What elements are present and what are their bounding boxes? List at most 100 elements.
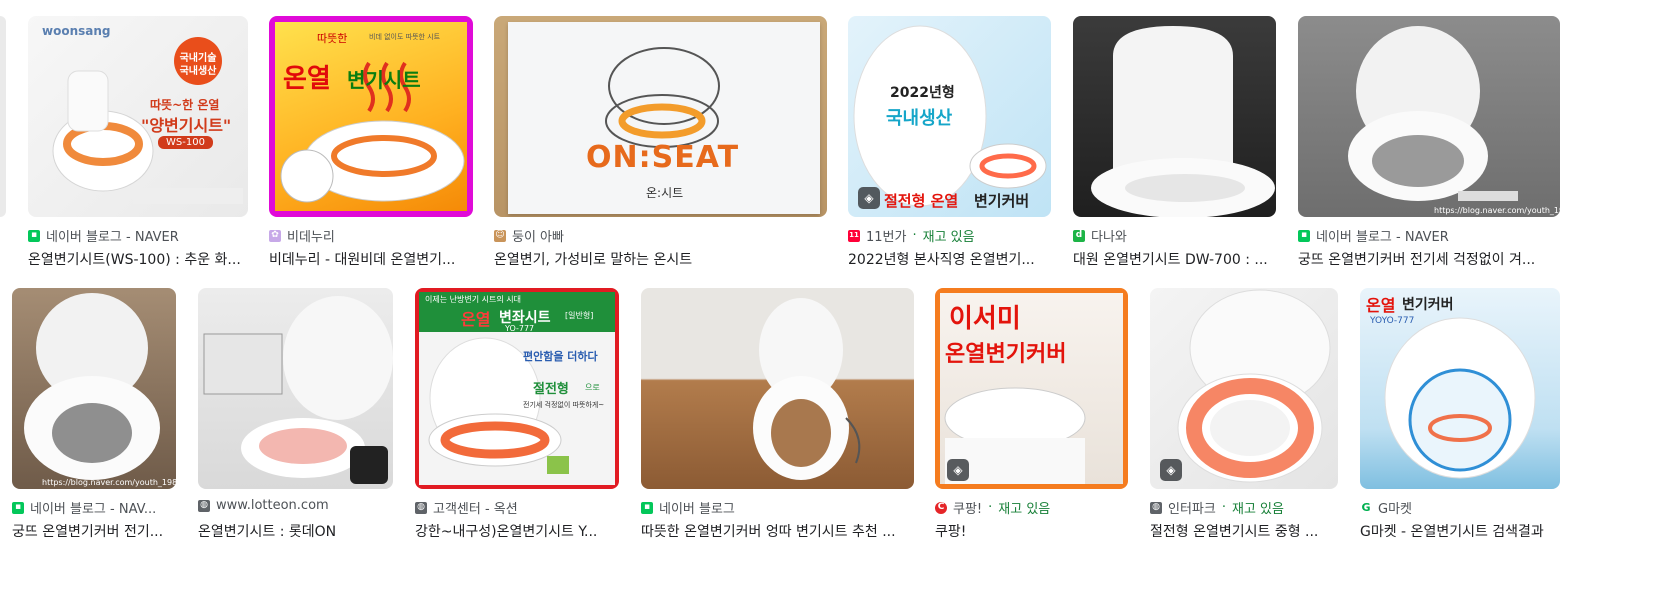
naver-blog-icon: ▪ [12, 501, 24, 514]
result-title[interactable]: 온열변기시트 : 롯데ON [198, 521, 393, 541]
overlay-label1: 절전형 온열 [884, 192, 959, 210]
toilet-seat-illustration [203, 296, 393, 484]
toilet-seat-illustration [753, 298, 861, 480]
avatar-icon: ☺ [494, 229, 506, 242]
overlay-big1: 온열 [1366, 296, 1396, 315]
overlay-eco-sub: 으로 [585, 383, 600, 392]
image-result-4[interactable]: 2022년형 국내생산 ◈ 절전형 온열 변기커버 11 11번가 · 재고 있… [848, 16, 1051, 272]
result-title[interactable]: 궁뜨 온열변기커버 전기... [12, 521, 176, 541]
image-result-5[interactable]: d 다나와 대원 온열변기시트 DW-700 : ... [1073, 16, 1276, 272]
result-thumbnail[interactable]: 따뜻한 비데 없이도 따뜻한 시트 온열 변기시트 [269, 16, 473, 217]
overlay-big1: 온열 [283, 64, 331, 94]
result-title[interactable]: 강한~내구성)온열변기시트 Y... [415, 521, 619, 541]
result-source[interactable]: 11 11번가 · 재고 있음 [848, 226, 975, 245]
overlay-line1: 이서미 [949, 304, 1021, 334]
brand-sub: 온:시트 [646, 186, 684, 200]
globe-icon: ◍ [1150, 501, 1162, 514]
result-title[interactable]: 온열변기시트(WS-100) : 추운 화... [28, 249, 248, 269]
overlay-eco: 절전형 [533, 382, 569, 397]
overlay-tag: [일반형] [565, 311, 594, 320]
overlay-line2: "양변기시트" [141, 116, 232, 135]
result-title[interactable]: 쿠팡! [935, 521, 1128, 541]
watermark-text: https://blog.naver.com/youth_1986 [1434, 206, 1560, 215]
result-title[interactable]: 2022년형 본사직영 온열변기... [848, 249, 1051, 269]
result-source[interactable]: ▪ 네이버 블로그 - NAVER [1298, 226, 1449, 245]
result-thumbnail[interactable]: 온열 변기커버 YOYO-777 [1360, 288, 1560, 489]
overlay-line2: 온열변기커버 [945, 342, 1067, 367]
image-result-8[interactable]: ◍ www.lotteon.com 온열변기시트 : 롯데ON [198, 288, 393, 544]
image-result-2[interactable]: 따뜻한 비데 없이도 따뜻한 시트 온열 변기시트 ✿ 비데누리 비데누리 - … [269, 16, 473, 272]
result-thumbnail[interactable]: 2022년형 국내생산 ◈ 절전형 온열 변기커버 [848, 16, 1051, 217]
overlay-note: 비데 없이도 따뜻한 시트 [369, 33, 441, 41]
brand-text: ON:SEAT [586, 140, 740, 175]
model-label: YOYO-777 [1370, 316, 1415, 326]
naver-blog-icon: ▪ [28, 229, 40, 242]
result-title[interactable]: 온열변기, 가성비로 말하는 온시트 [494, 249, 827, 269]
image-result-3[interactable]: ON:SEAT 온:시트 ☺ 둥이 아빠 온열변기, 가성비로 말하는 온시트 [494, 16, 827, 272]
globe-icon: ◍ [198, 499, 210, 512]
image-result-6[interactable]: https://blog.naver.com/youth_1986 ▪ 네이버 … [1298, 16, 1560, 272]
result-thumbnail[interactable] [198, 288, 393, 489]
result-source[interactable]: C 쿠팡! · 재고 있음 [935, 498, 1050, 517]
result-source[interactable]: d 다나와 [1073, 226, 1127, 245]
result-source[interactable]: ◍ 고객센터 - 옥션 [415, 498, 518, 517]
result-title[interactable]: G마켓 - 온열변기시트 검색결과 [1360, 521, 1560, 541]
result-thumbnail[interactable] [641, 288, 914, 489]
result-thumbnail[interactable]: woonsang 국내기술 국내생산 따뜻~한 온열 "양변기시트" WS-10… [28, 16, 248, 217]
overlay-label2: 변기커버 [974, 192, 1030, 210]
badge-text: 국내기술 국내생산 [179, 53, 217, 77]
toilet-seat-illustration [1348, 26, 1518, 201]
result-source[interactable]: ✿ 비데누리 [269, 226, 335, 245]
overlay-big1: 온열 [461, 310, 491, 329]
result-source[interactable]: ▪ 네이버 블로그 - NAVER [28, 226, 179, 245]
bidenuri-icon: ✿ [269, 229, 281, 242]
image-result-10[interactable]: ▪ 네이버 블로그 따뜻한 온열변기커버 엉따 변기시트 추천 ... [641, 288, 914, 544]
result-thumbnail[interactable]: ON:SEAT 온:시트 [494, 16, 827, 217]
overlay-small: 따뜻한 [317, 32, 348, 45]
overlay-line1: 따뜻~한 온열 [150, 98, 220, 112]
model-label: WS-100 [158, 136, 213, 149]
result-source[interactable]: G G마켓 [1360, 498, 1412, 517]
overlay-top: 이제는 난방변기 시트의 시대 [425, 295, 521, 304]
toilet-seat-illustration [1091, 26, 1275, 217]
overlay-made: 국내생산 [886, 108, 953, 129]
result-title[interactable]: 대원 온열변기시트 DW-700 : ... [1073, 249, 1276, 269]
result-thumbnail[interactable]: https://blog.naver.com/youth_1986 [12, 288, 176, 489]
image-result-1[interactable]: woonsang 국내기술 국내생산 따뜻~한 온열 "양변기시트" WS-10… [28, 16, 248, 272]
result-thumbnail[interactable]: ◈ [1150, 288, 1338, 489]
result-title[interactable]: 궁뜨 온열변기커버 전기세 걱정없이 겨... [1298, 249, 1560, 269]
result-title[interactable]: 절전형 온열변기시트 중형 ... [1150, 521, 1338, 541]
naver-blog-icon: ▪ [641, 501, 653, 514]
shopping-tag-icon: ◈ [1160, 459, 1182, 481]
result-thumbnail[interactable]: 이서미 온열변기커버 ◈ [935, 288, 1128, 489]
result-title[interactable]: 따뜻한 온열변기커버 엉따 변기시트 추천 ... [641, 521, 914, 541]
danawa-icon: d [1073, 229, 1085, 242]
toilet-seat-illustration [280, 61, 465, 203]
overlay-year: 2022년형 [890, 85, 955, 101]
result-source[interactable]: ◍ 인터파크 · 재고 있음 [1150, 498, 1284, 517]
result-thumbnail[interactable]: https://blog.naver.com/youth_1986 [1298, 16, 1560, 217]
globe-icon: ◍ [415, 501, 427, 514]
result-thumbnail[interactable]: 이제는 난방변기 시트의 시대 온열 변좌시트 [일반형] YO-777 편안함… [415, 288, 619, 489]
coupang-icon: C [935, 501, 947, 514]
overlay-big2: 변기시트 [347, 68, 421, 92]
result-thumbnail[interactable] [1073, 16, 1276, 217]
overlay-big2: 변기커버 [1402, 297, 1454, 313]
image-result-7[interactable]: https://blog.naver.com/youth_1986 ▪ 네이버 … [12, 288, 176, 544]
shopping-tag-icon: ◈ [947, 459, 969, 481]
result-source[interactable]: ☺ 둥이 아빠 [494, 226, 564, 245]
result-source[interactable]: ▪ 네이버 블로그 [641, 498, 735, 517]
result-title[interactable]: 비데누리 - 대원비데 온열변기... [269, 249, 473, 269]
toilet-seat-illustration [24, 293, 160, 480]
partial-result-thumbnail[interactable] [0, 16, 6, 217]
11st-icon: 11 [848, 229, 860, 242]
image-result-9[interactable]: 이제는 난방변기 시트의 시대 온열 변좌시트 [일반형] YO-777 편안함… [415, 288, 619, 544]
image-result-13[interactable]: 온열 변기커버 YOYO-777 G G마켓 G마켓 - 온열변기시트 검색결과 [1360, 288, 1560, 544]
result-source[interactable]: ◍ www.lotteon.com [198, 498, 329, 513]
shopping-tag-icon: ◈ [858, 187, 880, 209]
image-result-11[interactable]: 이서미 온열변기커버 ◈ C 쿠팡! · 재고 있음 쿠팡! [935, 288, 1128, 544]
result-source[interactable]: ▪ 네이버 블로그 - NAV... [12, 498, 156, 517]
gmarket-icon: G [1360, 501, 1372, 514]
model-label: YO-777 [505, 324, 535, 333]
image-result-12[interactable]: ◈ ◍ 인터파크 · 재고 있음 절전형 온열변기시트 중형 ... [1150, 288, 1338, 544]
